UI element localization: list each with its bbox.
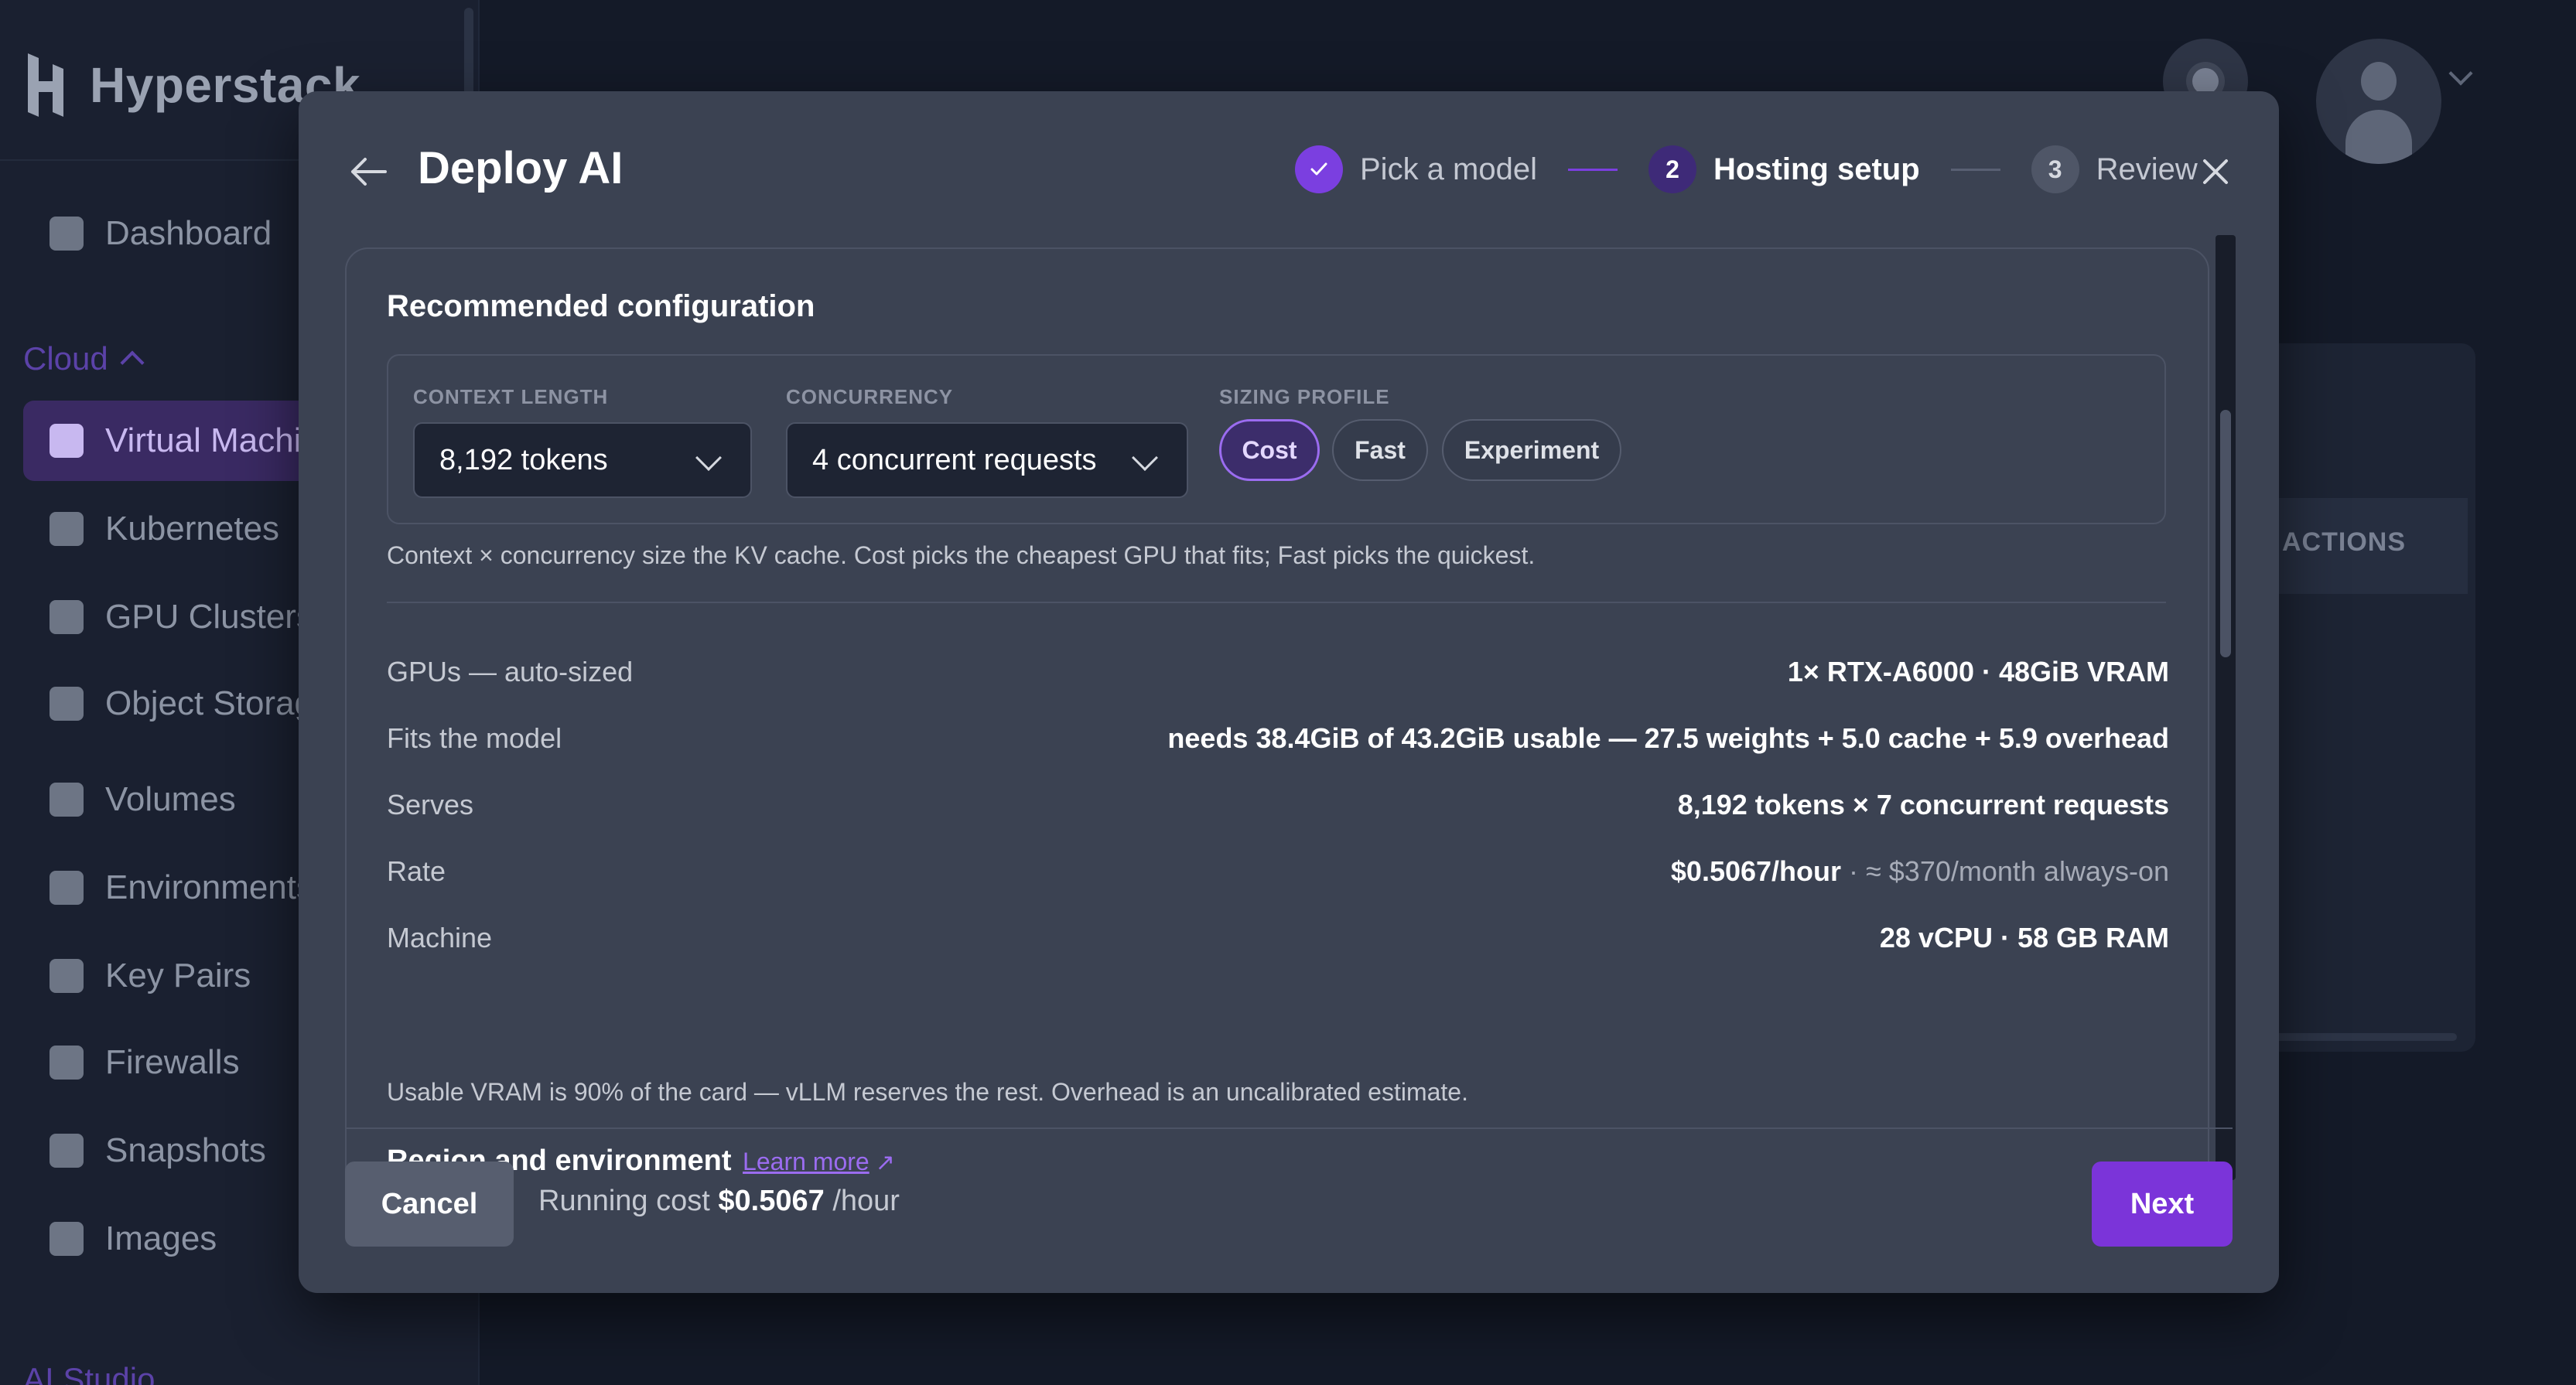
sidebar-item-label: Firewalls — [105, 1043, 240, 1081]
avatar[interactable] — [2316, 39, 2441, 164]
chevron-down-icon — [695, 445, 722, 471]
camera-folder-icon — [50, 1134, 84, 1168]
context-length-select[interactable]: 8,192 tokens — [413, 422, 752, 498]
gpus-value: 1× RTX-A6000 · 48GiB VRAM — [1787, 656, 2169, 687]
cube-icon — [50, 512, 84, 546]
sizing-hint: Context × concurrency size the KV cache.… — [387, 541, 1536, 569]
modal-scrollbar[interactable] — [2216, 235, 2236, 1180]
step-label: Review — [2096, 152, 2198, 186]
rate-hourly: $0.5067/hour — [1670, 855, 1842, 887]
serves-value: 8,192 tokens × 7 concurrent requests — [1677, 789, 2169, 820]
stepper: Pick a model 2 Hosting setup 3 Review — [1295, 142, 2198, 196]
step-pick-a-model[interactable]: Pick a model — [1295, 145, 1537, 193]
hyperstack-logo-icon — [28, 53, 63, 117]
step-label: Hosting setup — [1713, 152, 1920, 186]
rate-value: $0.5067/hour · ≈ $370/month always-on — [1671, 855, 2169, 888]
database-icon — [50, 687, 84, 721]
deploy-ai-modal: Deploy AI Pick a model 2 Hosting setup 3… — [299, 91, 2279, 1293]
rate-label: Rate — [387, 855, 446, 887]
machine-label: Machine — [387, 922, 493, 953]
sidebar-item-label: GPU Clusters — [105, 598, 313, 636]
chip-icon — [50, 424, 84, 458]
sidebar-section-cloud[interactable]: Cloud — [23, 340, 145, 377]
sizing-option-experiment[interactable]: Experiment — [1442, 419, 1621, 481]
back-arrow-icon[interactable] — [347, 150, 390, 193]
gpus-label: GPUs — auto-sized — [387, 656, 634, 687]
section-label: Cloud — [23, 340, 108, 377]
check-icon — [1295, 145, 1343, 193]
sizing-option-cost[interactable]: Cost — [1219, 419, 1320, 481]
grid-icon — [50, 600, 84, 634]
close-icon[interactable] — [2195, 152, 2236, 192]
next-button[interactable]: Next — [2092, 1162, 2233, 1247]
serves-label: Serves — [387, 789, 474, 820]
sidebar-item-label: Dashboard — [105, 214, 272, 252]
running-cost-value: $0.5067 — [718, 1185, 825, 1217]
section-label: AI Studio — [23, 1361, 155, 1385]
concurrency-select[interactable]: 4 concurrent requests — [786, 422, 1188, 498]
fits-model-value: needs 38.4GiB of 43.2GiB usable — 27.5 w… — [1167, 722, 2169, 754]
table-scrollbar[interactable] — [2274, 1033, 2457, 1041]
running-cost: Running cost $0.5067 /hour — [538, 1185, 900, 1218]
image-folder-icon — [50, 1222, 84, 1256]
step-connector — [1950, 168, 2000, 171]
footer-divider — [345, 1127, 2233, 1129]
avatar-body — [2345, 110, 2412, 164]
step-label: Pick a model — [1360, 152, 1537, 186]
recommended-configuration-card: Recommended configuration CONTEXT LENGTH… — [345, 247, 2209, 1180]
modal-content[interactable]: Recommended configuration CONTEXT LENGTH… — [345, 247, 2209, 1180]
sizing-profile-label: SIZING PROFILE — [1219, 385, 1390, 408]
chevron-down-icon — [1132, 445, 1158, 471]
key-icon — [50, 959, 84, 993]
modal-title: Deploy AI — [418, 143, 624, 193]
card-title: Recommended configuration — [387, 289, 815, 323]
step-connector — [1567, 168, 1618, 171]
sidebar-item-label: Snapshots — [105, 1131, 266, 1169]
vram-note: Usable VRAM is 90% of the card — vLLM re… — [387, 1078, 1468, 1106]
running-cost-unit: /hour — [832, 1185, 900, 1217]
context-length-label: CONTEXT LENGTH — [413, 385, 609, 408]
sidebar-item-label: Environments — [105, 868, 314, 906]
learn-more-label: Learn more — [743, 1148, 869, 1175]
stack-icon — [50, 783, 84, 817]
avatar-head — [2361, 62, 2397, 101]
step-number: 3 — [2031, 145, 2079, 193]
learn-more-link[interactable]: Learn more ↗ — [743, 1148, 895, 1175]
sidebar-item-label: Kubernetes — [105, 510, 280, 548]
step-review: 3 Review — [2031, 145, 2198, 193]
cancel-button[interactable]: Cancel — [345, 1162, 514, 1247]
sidebar-item-label: Key Pairs — [105, 957, 251, 994]
chevron-down-icon[interactable] — [2448, 61, 2473, 86]
sidebar-section-ai-studio[interactable]: AI Studio — [23, 1361, 155, 1385]
table-header-actions: ACTIONS — [2282, 527, 2406, 557]
step-hosting-setup: 2 Hosting setup — [1648, 145, 1920, 193]
rate-monthly: · ≈ $370/month always-on — [1841, 855, 2169, 887]
scrollbar-thumb[interactable] — [2220, 410, 2231, 657]
shield-icon — [50, 1046, 84, 1080]
step-number: 2 — [1648, 145, 1696, 193]
chevron-up-icon — [120, 350, 145, 375]
sidebar-item-label: Images — [105, 1220, 217, 1257]
concurrency-label: CONCURRENCY — [786, 385, 954, 408]
sidebar-item-label: Volumes — [105, 780, 236, 818]
running-cost-prefix: Running cost — [538, 1185, 710, 1217]
controls-box: CONTEXT LENGTH 8,192 tokens CONCURRENCY … — [387, 354, 2166, 524]
context-length-value: 8,192 tokens — [439, 443, 608, 476]
divider — [387, 602, 2166, 603]
fits-model-label: Fits the model — [387, 722, 562, 754]
dashboard-icon — [50, 217, 84, 251]
machine-value: 28 vCPU · 58 GB RAM — [1879, 922, 2169, 953]
concurrency-value: 4 concurrent requests — [812, 443, 1097, 476]
cloud-icon — [50, 871, 84, 905]
external-link-icon: ↗ — [875, 1150, 895, 1175]
sizing-option-fast[interactable]: Fast — [1332, 419, 1428, 481]
